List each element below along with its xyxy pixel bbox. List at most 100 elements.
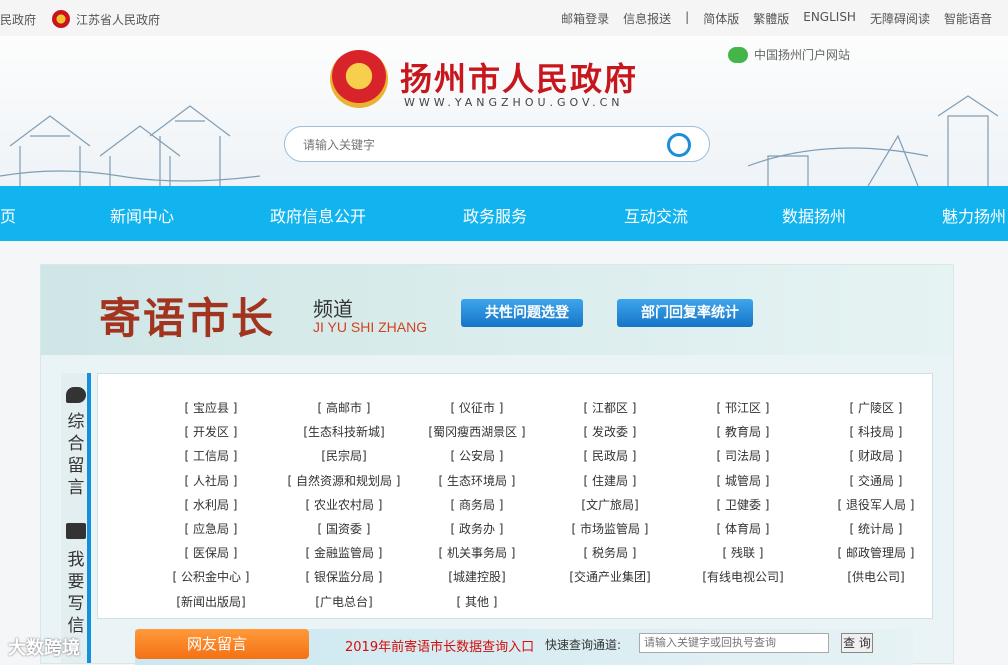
department-link[interactable]: [ 工信局 ] [146,447,276,464]
channel-banner: 寄语市长 频道 JI YU SHI ZHANG 共性问题选登 部门回复率统计 [41,265,953,355]
top-links: 邮箱登录 信息报送 | 简体版 繁體版 ENGLISH 无障碍阅读 智能语音 [561,10,992,27]
query-button[interactable]: 查 询 [841,633,873,653]
department-link[interactable]: [ 银保监分局 ] [279,568,409,585]
department-link[interactable]: [文广旅局] [545,496,675,513]
portal-link[interactable]: 中国扬州门户网站 [728,46,850,63]
top-bar: 民政府 江苏省人民政府 邮箱登录 信息报送 | 简体版 繁體版 ENGLISH 无障碍阅读智… [0,0,1008,36]
department-link[interactable]: [ 退役军人局 ] [811,496,941,513]
department-link[interactable]: [ 发改委 ] [545,423,675,440]
chat-bubble-icon [66,387,86,403]
department-link[interactable]: [ 金融监管局 ] [279,544,409,561]
top-link[interactable]: 无障碍阅读 [870,10,930,27]
province-link[interactable]: 江苏省人民政府 [76,11,160,28]
department-link[interactable]: [ 邮政管理局 ] [811,544,941,561]
department-link[interactable]: [ 开发区 ] [146,423,276,440]
reply-rate-button[interactable]: 部门回复率统计 [617,299,753,327]
department-link[interactable]: [ 公安局 ] [412,447,542,464]
department-link[interactable]: [ 公积金中心 ] [146,568,276,585]
department-link[interactable]: [ 机关事务局 ] [412,544,542,561]
department-link[interactable]: [ 政务办 ] [412,520,542,537]
department-link[interactable]: [供电公司] [811,568,941,585]
main-nav: 页 新闻中心 政府信息公开 政务服务 互动交流 数据扬州 魅力扬州 [0,186,1008,241]
department-link[interactable]: [ 住建局 ] [545,472,675,489]
search-icon[interactable] [667,133,691,157]
top-link: | [685,10,690,24]
department-link[interactable]: [ 高邮市 ] [279,399,409,416]
department-link[interactable]: [ 江都区 ] [545,399,675,416]
top-link[interactable]: 智能语音 [944,10,992,27]
nav-item[interactable]: 政务服务 [463,203,527,227]
department-link[interactable]: [ 教育局 ] [678,423,808,440]
top-link[interactable]: 邮箱登录 [561,10,609,27]
department-link[interactable]: [ 应急局 ] [146,520,276,537]
bottom-bar: 网友留言 2019年前寄语市长数据查询入口 快速查询通道: 查 询 [135,629,913,665]
department-link[interactable]: [ 城管局 ] [678,472,808,489]
department-link[interactable]: [ 税务局 ] [545,544,675,561]
top-link[interactable]: ENGLISH [803,10,856,27]
department-link[interactable]: [ 卫健委 ] [678,496,808,513]
department-link[interactable]: [交通产业集团] [545,568,675,585]
emblem-icon [52,10,71,28]
department-link[interactable]: [ 宝应县 ] [146,399,276,416]
department-link[interactable]: [ 民政局 ] [545,447,675,464]
nav-item[interactable]: 互动交流 [624,203,688,227]
department-link[interactable]: [ 交通局 ] [811,472,941,489]
department-link[interactable]: [民宗局] [279,447,409,464]
department-link[interactable]: [ 统计局 ] [811,520,941,537]
quick-query-input[interactable] [639,633,829,653]
mayor-mail-panel: 寄语市长 频道 JI YU SHI ZHANG 共性问题选登 部门回复率统计 综… [40,264,954,665]
channel-title: 寄语市长 [99,294,276,343]
tab-netizen-messages[interactable]: 网友留言 [135,629,309,659]
department-link[interactable]: [ 仪征市 ] [412,399,542,416]
channel-label: 频道 [313,297,353,321]
side-tabs: 综合留言 我要写信 [61,373,91,663]
department-link[interactable]: [ 人社局 ] [146,472,276,489]
nav-item[interactable]: 魅力扬州 [942,203,1006,227]
department-link[interactable]: [ 市场监管局 ] [545,520,675,537]
skyline-right-image [748,95,999,186]
department-link[interactable]: [ 自然资源和规划局 ] [279,472,409,489]
top-link[interactable]: 繁體版 [753,10,789,27]
site-title[interactable]: 扬州市人民政府 [400,54,638,100]
department-link[interactable]: [城建控股] [412,568,542,585]
skyline-left-image [0,105,260,186]
department-link[interactable]: [ 司法局 ] [678,447,808,464]
department-link[interactable]: [ 国资委 ] [279,520,409,537]
top-link[interactable]: 简体版 [703,10,739,27]
search-box [284,126,710,162]
department-link[interactable]: [ 体育局 ] [678,520,808,537]
gov-link[interactable]: 民政府 [0,11,36,28]
department-link[interactable]: [ 科技局 ] [811,423,941,440]
department-link[interactable]: [广电总台] [279,593,409,610]
department-link[interactable]: [新闻出版局] [146,593,276,610]
department-link[interactable]: [ 生态环境局 ] [412,472,542,489]
department-link[interactable]: [ 商务局 ] [412,496,542,513]
department-link[interactable]: [有线电视公司] [678,568,808,585]
channel-pinyin: JI YU SHI ZHANG [313,319,428,335]
site-header: 扬州市人民政府 WWW.YANGZHOU.GOV.CN 中国扬州门户网站 [0,36,1008,186]
national-emblem-icon [330,50,388,108]
department-link[interactable]: [ 邗江区 ] [678,399,808,416]
site-url: WWW.YANGZHOU.GOV.CN [404,96,624,109]
department-link[interactable]: [生态科技新城] [279,423,409,440]
department-link[interactable]: [ 医保局 ] [146,544,276,561]
department-link[interactable]: [ 农业农村局 ] [279,496,409,513]
department-link[interactable]: [ 水利局 ] [146,496,276,513]
department-link[interactable]: [ 财政局 ] [811,447,941,464]
archive-query-link[interactable]: 2019年前寄语市长数据查询入口 [345,636,534,655]
wechat-icon[interactable] [728,46,748,63]
tab-write-letter[interactable]: 我要写信 [65,549,87,637]
top-link[interactable]: 信息报送 [623,10,671,27]
nav-item[interactable]: 页 [0,203,16,227]
search-input[interactable] [303,135,643,155]
nav-item[interactable]: 政府信息公开 [270,203,366,227]
nav-item[interactable]: 数据扬州 [782,203,846,227]
department-link[interactable]: [ 其他 ] [412,593,542,610]
watermark-text: 大数跨境 [8,638,80,659]
department-link[interactable]: [ 广陵区 ] [811,399,941,416]
department-link[interactable]: [ 残联 ] [678,544,808,561]
common-issues-button[interactable]: 共性问题选登 [461,299,583,327]
department-link[interactable]: [蜀冈瘦西湖景区 ] [412,423,542,440]
nav-item[interactable]: 新闻中心 [110,203,174,227]
tab-comprehensive[interactable]: 综合留言 [65,411,87,499]
